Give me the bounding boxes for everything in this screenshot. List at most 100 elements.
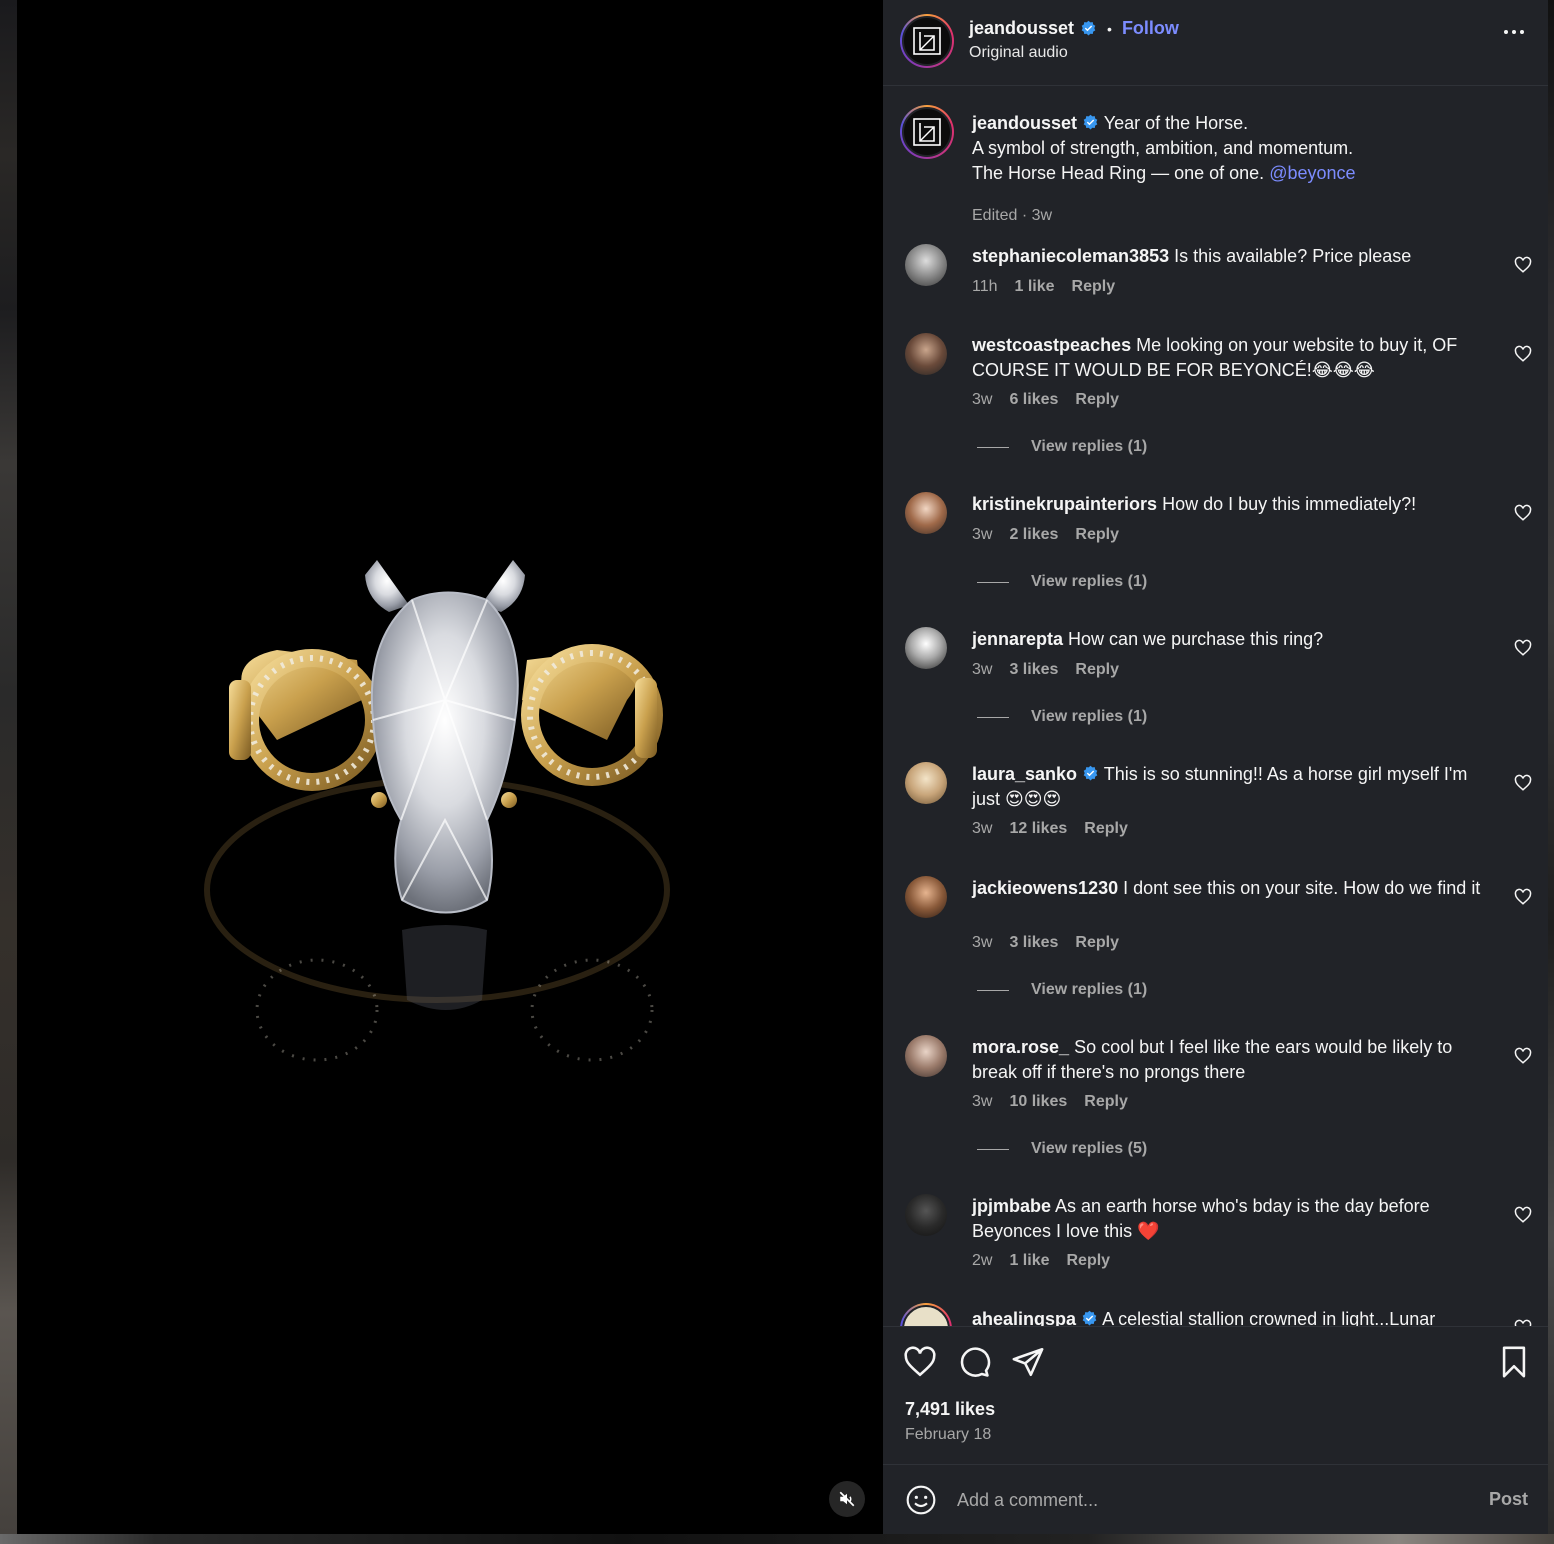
comment-username[interactable]: westcoastpeaches: [972, 335, 1131, 355]
commenter-avatar[interactable]: [900, 1303, 952, 1326]
commenter-avatar[interactable]: [905, 762, 947, 804]
comment-meta: 3w 12 likes Reply: [972, 820, 1128, 838]
comment-username[interactable]: jennarepta: [972, 629, 1063, 649]
replies-divider: [977, 1148, 1009, 1150]
comment-likes[interactable]: 1 like: [1015, 278, 1055, 296]
reply-button[interactable]: Reply: [1066, 1252, 1110, 1270]
more-icon: [1504, 30, 1508, 34]
share-icon[interactable]: [1011, 1345, 1045, 1379]
mute-button[interactable]: [829, 1481, 865, 1517]
comment-time: 11h: [972, 278, 998, 295]
comment-icon[interactable]: [957, 1345, 991, 1379]
commenter-avatar[interactable]: [905, 333, 947, 375]
post-details-panel: jeandousset • Follow Original audio jean…: [883, 0, 1548, 1534]
comment-composer: Post: [883, 1464, 1548, 1534]
likes-count[interactable]: 7,491 likes: [905, 1399, 995, 1420]
comment-likes[interactable]: 10 likes: [1009, 1093, 1067, 1111]
comment-username[interactable]: jpjmbabe: [972, 1196, 1051, 1216]
reply-button[interactable]: Reply: [1075, 526, 1119, 544]
view-replies-label: View replies (1): [1031, 708, 1148, 725]
comment-input[interactable]: [957, 1485, 1457, 1515]
comment-likes[interactable]: 3 likes: [1009, 934, 1058, 952]
audio-link[interactable]: Original audio: [969, 44, 1068, 62]
comment-likes[interactable]: 6 likes: [1009, 391, 1058, 409]
caption-avatar[interactable]: [900, 105, 954, 159]
comment-likes[interactable]: 1 like: [1009, 1252, 1049, 1270]
view-replies-button[interactable]: View replies (5): [977, 1140, 1147, 1158]
follow-button[interactable]: Follow: [1122, 18, 1179, 39]
comment-time: 3w: [972, 934, 993, 951]
reply-button[interactable]: Reply: [1075, 934, 1119, 952]
replies-divider: [977, 581, 1009, 583]
comments-scroll[interactable]: jeandousset Year of the Horse. A symbol …: [883, 87, 1548, 1326]
post-date: February 18: [905, 1426, 992, 1443]
replies-divider: [977, 446, 1009, 448]
heart-icon[interactable]: [1514, 256, 1532, 274]
view-replies-button[interactable]: View replies (1): [977, 708, 1147, 726]
comment-body: jennarepta How can we purchase this ring…: [972, 627, 1497, 652]
comment-text: A celestial stallion crowned in light...…: [1102, 1309, 1436, 1326]
comment-likes[interactable]: 3 likes: [1009, 661, 1058, 679]
commenter-avatar[interactable]: [905, 492, 947, 534]
comment-time: 3w: [972, 526, 993, 543]
comment-username[interactable]: ahealingspa: [972, 1309, 1076, 1326]
comment-likes[interactable]: 12 likes: [1009, 820, 1067, 838]
heart-icon[interactable]: [1514, 1206, 1532, 1224]
bookmark-icon[interactable]: [1497, 1345, 1531, 1379]
heart-icon[interactable]: [1514, 888, 1532, 906]
comment-time: 3w: [972, 820, 993, 837]
heart-icon[interactable]: [1514, 639, 1532, 657]
comment-text: Is this available? Price please: [1174, 246, 1412, 266]
comment-body: stephaniecoleman3853 Is this available? …: [972, 244, 1497, 269]
heart-icon[interactable]: [1514, 1319, 1532, 1326]
reply-button[interactable]: Reply: [1072, 278, 1116, 296]
heart-icon[interactable]: [1514, 504, 1532, 522]
comment-username[interactable]: mora.rose_: [972, 1037, 1069, 1057]
heart-icon[interactable]: [1514, 774, 1532, 792]
reply-button[interactable]: Reply: [1075, 661, 1119, 679]
mute-icon: [839, 1491, 855, 1507]
commenter-avatar[interactable]: [905, 1194, 947, 1236]
more-icon-dot: [1512, 30, 1516, 34]
commenter-avatar[interactable]: [905, 627, 947, 669]
commenter-avatar[interactable]: [905, 1035, 947, 1077]
comment-likes[interactable]: 2 likes: [1009, 526, 1058, 544]
post-button[interactable]: Post: [1489, 1489, 1528, 1510]
emoji-icon[interactable]: [905, 1484, 937, 1516]
comment-meta: 3w 2 likes Reply: [972, 526, 1119, 544]
replies-divider: [977, 989, 1009, 991]
caption-username[interactable]: jeandousset: [972, 113, 1077, 133]
post-video[interactable]: [17, 0, 883, 1534]
comment-username[interactable]: jackieowens1230: [972, 878, 1118, 898]
view-replies-label: View replies (1): [1031, 438, 1148, 455]
view-replies-label: View replies (1): [1031, 573, 1148, 590]
caption-mention[interactable]: @beyonce: [1269, 163, 1355, 183]
reply-button[interactable]: Reply: [1084, 1093, 1128, 1111]
comment-text: How do I buy this immediately?!: [1162, 494, 1417, 514]
verified-icon: [1081, 20, 1096, 36]
commenter-avatar[interactable]: [905, 876, 947, 918]
view-replies-button[interactable]: View replies (1): [977, 438, 1147, 456]
comment-username[interactable]: laura_sanko: [972, 764, 1077, 784]
heart-icon[interactable]: [1514, 345, 1532, 363]
author-avatar[interactable]: [900, 14, 954, 68]
ring-image: [204, 560, 670, 1062]
view-replies-label: View replies (1): [1031, 981, 1148, 998]
comment-body: jackieowens1230 I dont see this on your …: [972, 876, 1497, 901]
view-replies-button[interactable]: View replies (1): [977, 981, 1147, 999]
reply-button[interactable]: Reply: [1075, 391, 1119, 409]
commenter-avatar[interactable]: [905, 244, 947, 286]
heart-icon[interactable]: [1514, 1047, 1532, 1065]
comment-body: westcoastpeaches Me looking on your webs…: [972, 333, 1497, 383]
heart-icon[interactable]: [903, 1345, 937, 1379]
brand-logo-icon: [913, 118, 941, 146]
header-username[interactable]: jeandousset: [969, 18, 1074, 39]
comment-username[interactable]: stephaniecoleman3853: [972, 246, 1169, 266]
more-options-button[interactable]: [1504, 30, 1524, 34]
more-icon-dot: [1520, 30, 1524, 34]
header-separator: •: [1107, 20, 1112, 37]
comment-username[interactable]: kristinekrupainteriors: [972, 494, 1157, 514]
backdrop-right-edge: [1548, 0, 1554, 1544]
view-replies-button[interactable]: View replies (1): [977, 573, 1147, 591]
reply-button[interactable]: Reply: [1084, 820, 1128, 838]
